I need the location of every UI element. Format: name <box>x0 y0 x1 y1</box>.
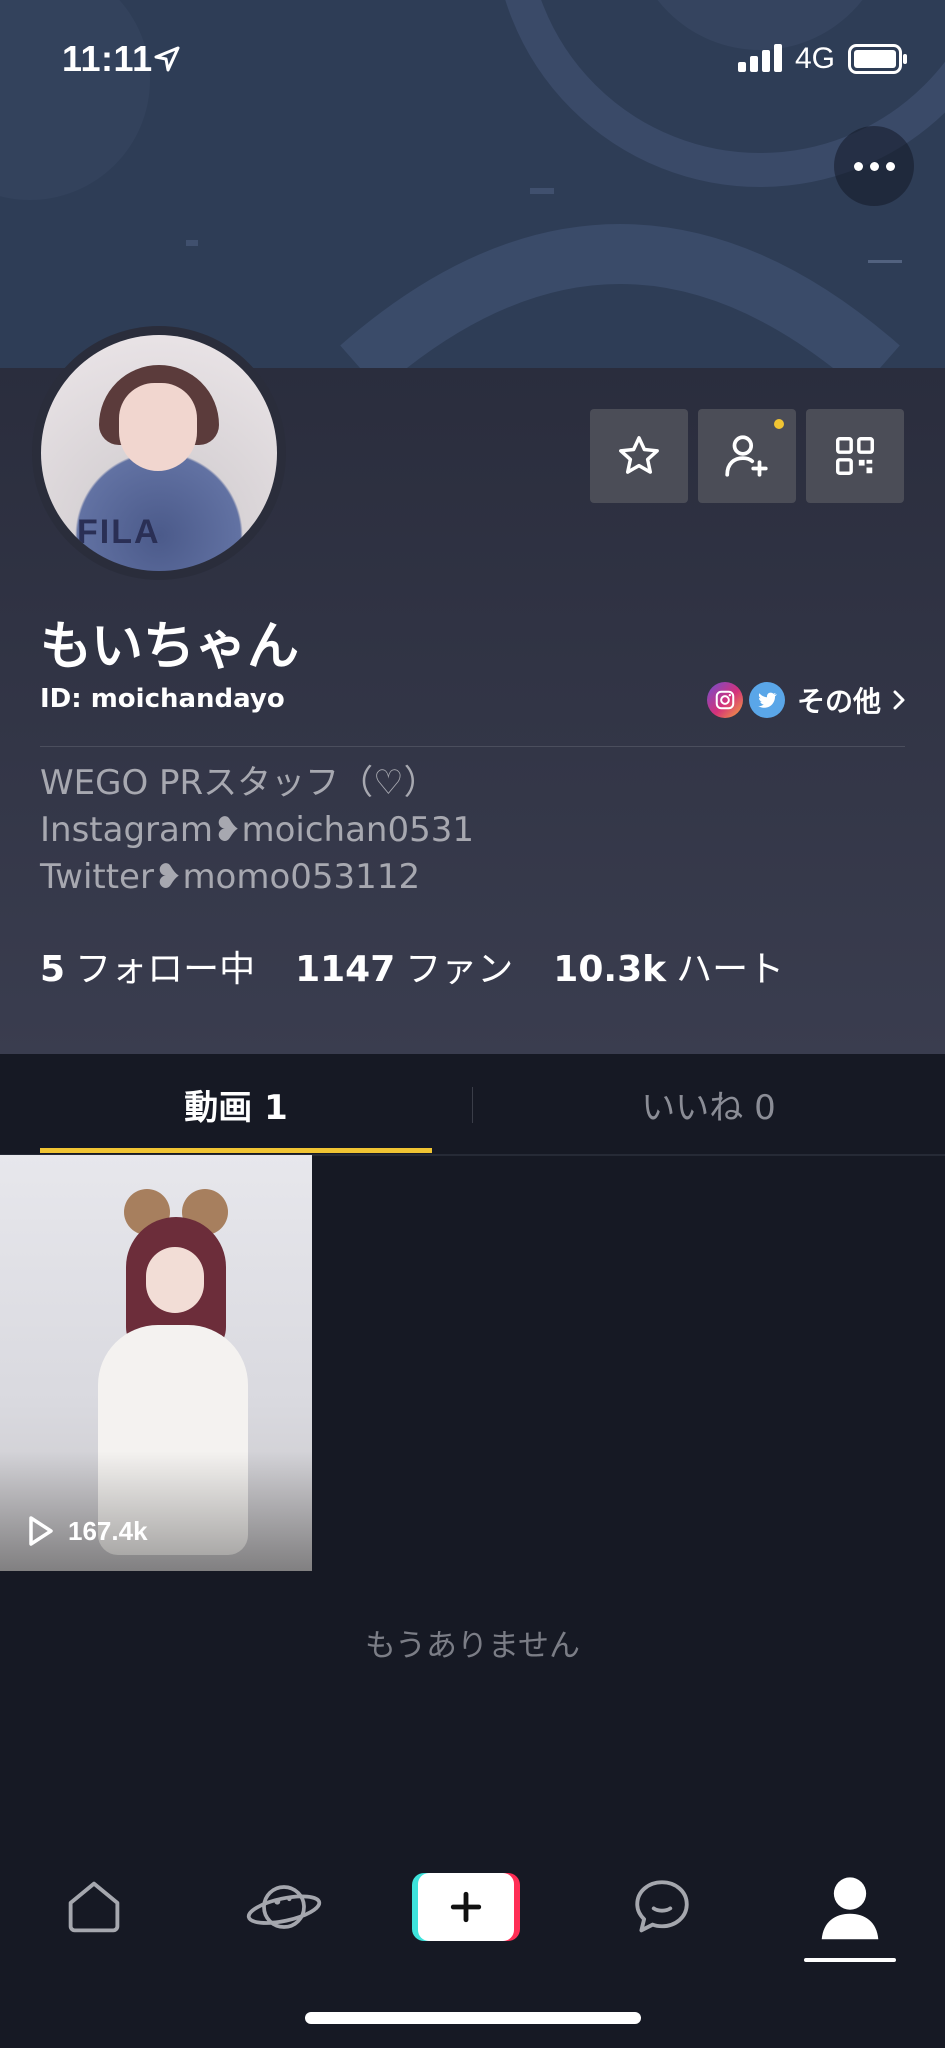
bio-line: Twitter❥momo053112 <box>40 857 421 897</box>
bio: WEGO PRスタッフ（♡） Instagram❥moichan0531 Twi… <box>40 760 474 901</box>
message-icon <box>635 1880 689 1933</box>
profile-icon <box>821 1877 879 1940</box>
display-name: もいちゃん <box>40 617 299 677</box>
qr-code-icon <box>836 437 874 475</box>
active-nav-indicator <box>804 1958 896 1962</box>
empty-message: もうありません <box>364 1628 581 1664</box>
more-options-button[interactable] <box>834 126 914 206</box>
following-label: フォロー中 <box>75 949 256 990</box>
status-bar: 11:11 4G <box>0 0 945 120</box>
avatar[interactable]: FILA <box>41 335 277 571</box>
hearts-label: ハート <box>676 949 785 990</box>
bio-line: WEGO PRスタッフ（♡） <box>40 763 438 803</box>
video-play-count: 167.4k <box>26 1514 148 1548</box>
status-time: 11:11 <box>62 38 153 79</box>
profile-divider <box>40 746 905 747</box>
notification-dot <box>774 419 784 429</box>
content-tabs: 動画 1 いいね 0 <box>0 1054 945 1156</box>
battery-icon <box>848 44 907 74</box>
hearts-stat: 10.3k ハート <box>553 940 784 992</box>
user-id: ID: moichandayo <box>40 684 285 714</box>
play-count-value: 167.4k <box>68 1515 148 1546</box>
instagram-icon[interactable] <box>706 682 743 718</box>
home-indicator <box>305 2012 641 2024</box>
nav-inbox[interactable] <box>612 1862 712 1952</box>
cellular-signal-icon <box>738 44 782 72</box>
active-tab-indicator <box>40 1148 432 1153</box>
add-friend-button[interactable] <box>698 409 796 503</box>
plus-icon <box>450 1891 482 1923</box>
play-icon <box>29 1516 53 1546</box>
social-links[interactable]: その他 <box>706 680 907 720</box>
fans-count: 1147 <box>295 949 396 990</box>
hearts-count: 10.3k <box>553 949 667 990</box>
nav-me[interactable] <box>800 1862 900 1952</box>
tab-videos[interactable]: 動画 1 <box>40 1054 432 1154</box>
tab-likes[interactable]: いいね 0 <box>472 1054 945 1154</box>
location-arrow-icon <box>154 46 180 72</box>
profile-stats: 5 フォロー中 1147 ファン 10.3k ハート <box>40 940 784 992</box>
twitter-icon[interactable] <box>748 682 785 718</box>
more-horizontal-icon <box>869 161 879 171</box>
video-thumbnail[interactable] <box>0 1155 312 1571</box>
qr-code-button[interactable] <box>806 409 904 503</box>
home-icon <box>68 1881 120 1933</box>
create-button[interactable] <box>412 1873 520 1941</box>
fans-label: ファン <box>405 949 514 990</box>
network-type: 4G <box>795 42 836 75</box>
planet-icon <box>246 1885 322 1929</box>
nav-discover[interactable] <box>234 1862 334 1952</box>
nav-home[interactable] <box>44 1862 144 1952</box>
fans-stat[interactable]: 1147 ファン <box>295 940 513 992</box>
more-horizontal-icon <box>853 161 863 171</box>
favorite-button[interactable] <box>590 409 688 503</box>
following-count: 5 <box>40 949 66 990</box>
chevron-right-icon <box>893 690 905 710</box>
more-horizontal-icon <box>885 161 895 171</box>
following-stat[interactable]: 5 フォロー中 <box>40 940 255 992</box>
social-other-label[interactable]: その他 <box>797 680 881 720</box>
nav-create[interactable] <box>412 1862 520 1952</box>
star-icon <box>619 436 659 474</box>
add-user-icon <box>725 435 768 477</box>
bio-line: Instagram❥moichan0531 <box>40 810 474 850</box>
